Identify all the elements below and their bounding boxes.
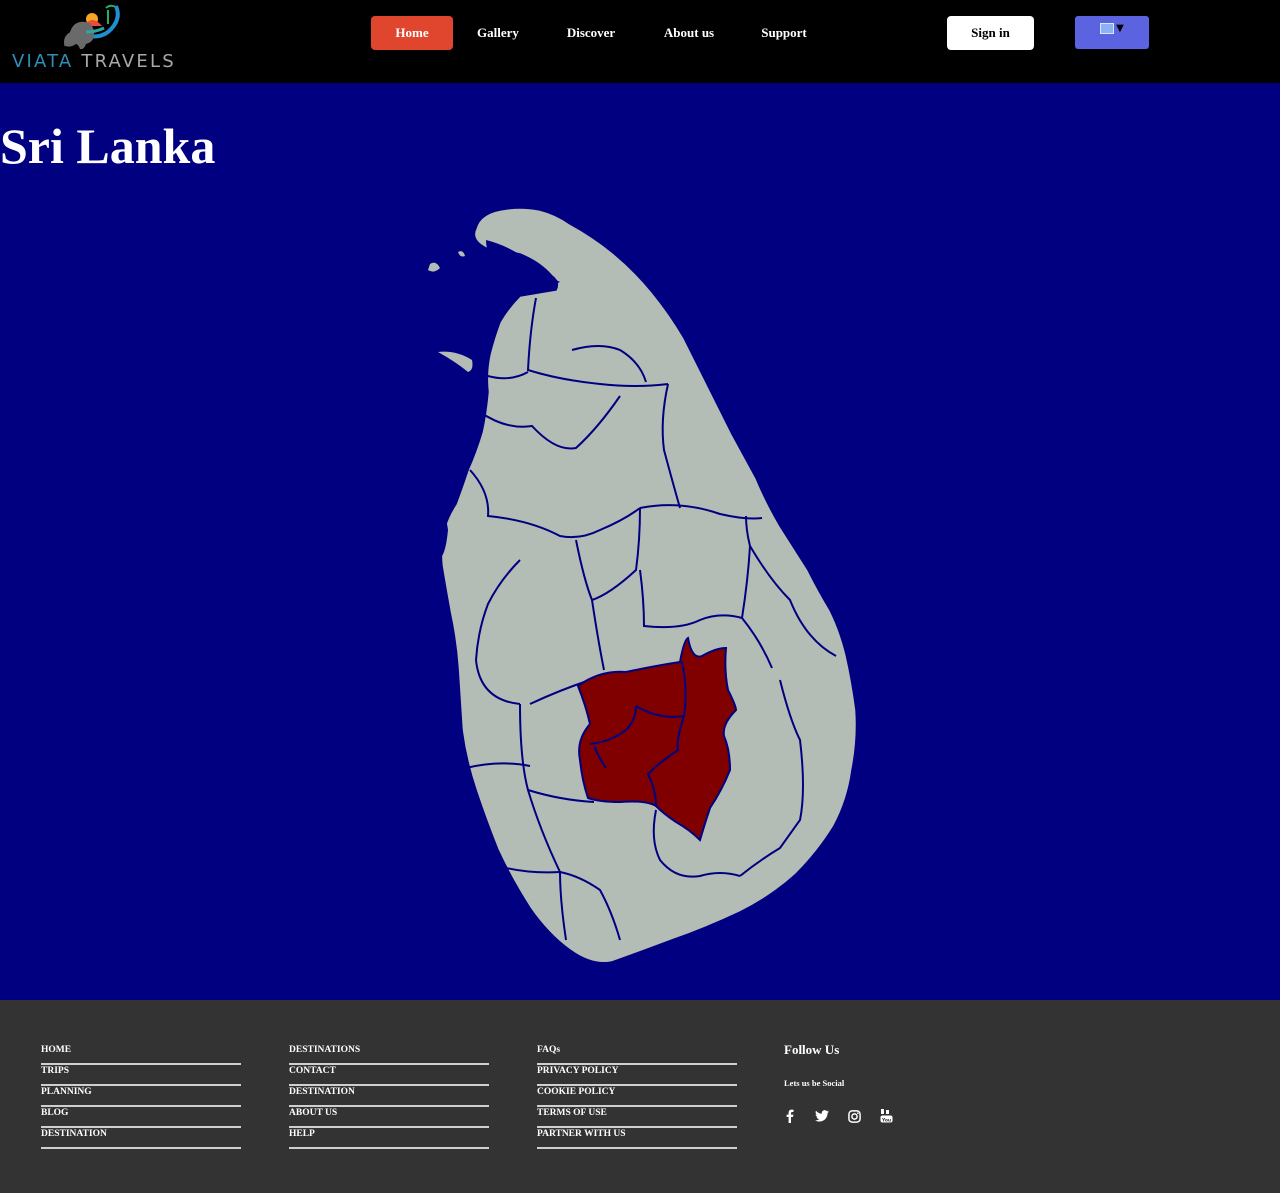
map-island-outline (440, 207, 858, 964)
footer-link-blog[interactable]: BLOG (41, 1107, 241, 1128)
nav-discover-link[interactable]: Discover (558, 16, 624, 50)
footer-link-help[interactable]: HELP (289, 1128, 489, 1149)
footer-link-home[interactable]: HOME (41, 1044, 241, 1065)
nav-about-link[interactable]: About us (656, 16, 722, 50)
footer-column-1: HOME TRIPS PLANNING BLOG DESTINATION (41, 1044, 241, 1149)
facebook-icon[interactable] (782, 1108, 798, 1124)
footer-link-about-us[interactable]: ABOUT US (289, 1107, 489, 1128)
logo-word-viata: VIATA (12, 51, 74, 72)
nav-gallery-link[interactable]: Gallery (468, 16, 528, 50)
logo-text: VIATA TRAVELS (12, 51, 176, 72)
social-links: You (782, 1108, 894, 1124)
footer-link-trips[interactable]: TRIPS (41, 1065, 241, 1086)
youtube-icon[interactable]: You (878, 1108, 894, 1124)
map-island-north (458, 251, 465, 257)
top-header: VIATA TRAVELS Home Gallery Discover Abou… (0, 0, 1280, 83)
site-logo[interactable]: VIATA TRAVELS (12, 2, 177, 74)
chevron-down-icon: ▼ (1116, 23, 1124, 34)
instagram-icon[interactable] (846, 1108, 862, 1124)
follow-us-heading: Follow Us (784, 1042, 840, 1057)
logo-word-travels: TRAVELS (73, 51, 176, 72)
sign-in-button[interactable]: Sign in (947, 16, 1034, 50)
footer-link-privacy-policy[interactable]: PRIVACY POLICY (537, 1065, 737, 1086)
translate-icon (1100, 23, 1115, 34)
footer-link-faqs[interactable]: FAQs (537, 1044, 737, 1065)
page-title: Sri Lanka (0, 118, 216, 174)
language-selector-button[interactable]: ▼ (1075, 16, 1149, 49)
twitter-icon[interactable] (814, 1108, 830, 1124)
footer-link-destinations[interactable]: DESTINATIONS (289, 1044, 489, 1065)
elephant-logo-icon (64, 4, 120, 50)
footer-column-3: FAQs PRIVACY POLICY COOKIE POLICY TERMS … (537, 1044, 737, 1149)
footer-link-destination-2[interactable]: DESTINATION (289, 1086, 489, 1107)
map-island-mannar (438, 351, 473, 372)
footer-link-partner-with-us[interactable]: PARTNER WITH US (537, 1128, 737, 1149)
follow-us-note: Lets us be Social (784, 1078, 845, 1088)
footer-link-terms-of-use[interactable]: TERMS OF USE (537, 1107, 737, 1128)
footer-link-destination[interactable]: DESTINATION (41, 1128, 241, 1149)
map-island-northwest (428, 262, 440, 272)
footer-column-2: DESTINATIONS CONTACT DESTINATION ABOUT U… (289, 1044, 489, 1149)
footer-link-cookie-policy[interactable]: COOKIE POLICY (537, 1086, 737, 1107)
nav-support-link[interactable]: Support (754, 16, 814, 50)
svg-text:You: You (881, 1117, 891, 1123)
sri-lanka-map (428, 207, 858, 964)
footer-link-planning[interactable]: PLANNING (41, 1086, 241, 1107)
nav-home-button[interactable]: Home (371, 16, 453, 50)
footer-link-contact[interactable]: CONTACT (289, 1065, 489, 1086)
